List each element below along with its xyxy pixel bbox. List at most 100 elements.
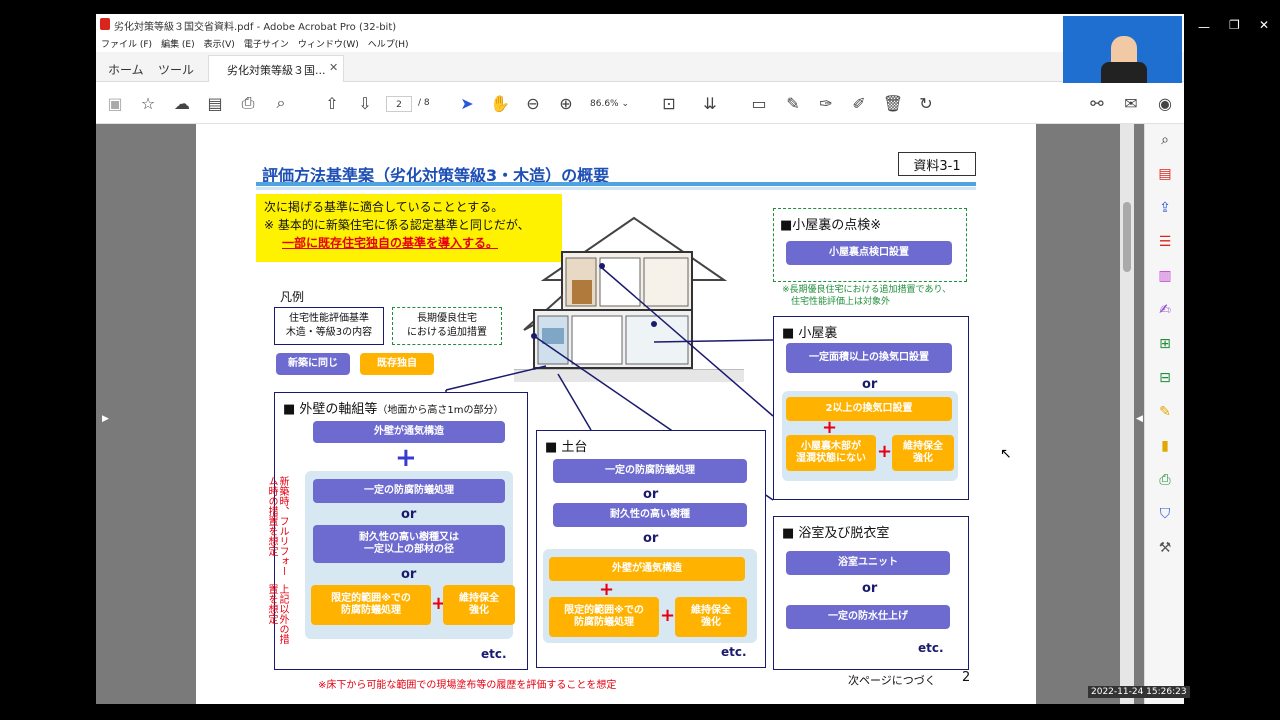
- fill-sign-icon[interactable]: ✍: [1155, 300, 1175, 320]
- save-icon[interactable]: ▣: [104, 92, 126, 114]
- menu-item[interactable]: ファイル (F): [101, 37, 152, 50]
- find-icon[interactable]: ⌕: [270, 92, 292, 114]
- minimize-icon[interactable]: —: [1198, 20, 1210, 34]
- organize-pages-icon[interactable]: ☰: [1155, 232, 1175, 252]
- scroll-mode-icon[interactable]: ⇊: [699, 92, 721, 114]
- wall-title: ■ 外壁の軸組等（地面から高さ1mの部分）: [283, 398, 504, 417]
- protect-shield-icon[interactable]: ⛉: [1155, 504, 1175, 524]
- email-icon[interactable]: ✉: [1120, 92, 1142, 114]
- comment-bubble-icon[interactable]: ▮: [1155, 436, 1175, 456]
- draw-icon[interactable]: ✑: [815, 92, 837, 114]
- upload-cloud-icon[interactable]: ☁: [171, 92, 193, 114]
- page-number: 2: [962, 670, 971, 685]
- rotate-icon[interactable]: ↻: [915, 92, 937, 114]
- chevron-down-icon: ⌄: [621, 99, 630, 109]
- edit-pdf-icon[interactable]: ▥: [1155, 266, 1175, 286]
- wall-option-durable-species: 耐久性の高い樹種又は 一定以上の部材の径: [313, 525, 505, 563]
- scrollbar-thumb[interactable]: [1123, 202, 1131, 272]
- webcam-overlay: [1063, 16, 1182, 83]
- wall-title-main: ■ 外壁の軸組等: [283, 402, 378, 417]
- attic-panel: ■ 小屋裏 一定面積以上の換気口設置 or 2以上の換気口設置 + 小屋裏木部が…: [773, 316, 969, 500]
- attic-check-title: ■小屋裏の点検※: [780, 218, 882, 233]
- prev-page-icon[interactable]: ⇧: [321, 92, 343, 114]
- plus-icon: +: [395, 443, 417, 473]
- next-page-note: 次ページにつづく: [848, 674, 936, 687]
- left-pane-toggle-icon[interactable]: ▶: [102, 414, 109, 424]
- share-file-icon[interactable]: ▤: [204, 92, 226, 114]
- wall-side-note-other: 上記以外の措置を想定: [266, 584, 288, 644]
- wall-panel: ■ 外壁の軸組等（地面から高さ1mの部分） 外壁が通気構造 + 一定の防腐防蟻処…: [274, 392, 528, 670]
- tab-document[interactable]: 劣化対策等級３国... ✕: [208, 55, 344, 82]
- wall-or-2: or: [401, 567, 417, 582]
- base-option-limited-treatment: 限定的範囲※での 防腐防蟻処理: [549, 597, 659, 637]
- combine-files-icon[interactable]: ⊞: [1155, 334, 1175, 354]
- menu-item[interactable]: ウィンドウ(W): [298, 37, 359, 50]
- next-page-icon[interactable]: ⇩: [354, 92, 376, 114]
- account-icon[interactable]: ◉: [1154, 92, 1176, 114]
- acrobat-window: 劣化対策等級３国交省資料.pdf - Adobe Acrobat Pro (32…: [96, 14, 1184, 704]
- wall-option-limited-treatment: 限定的範囲※での 防腐防蟻処理: [311, 585, 431, 625]
- attic-or: or: [862, 377, 878, 392]
- attic-option-two-vents: 2以上の換気口設置: [786, 397, 952, 421]
- stamp-icon[interactable]: ✐: [848, 92, 870, 114]
- zoom-select[interactable]: 86.6% ⌄: [590, 96, 640, 112]
- tab-document-label: 劣化対策等級３国...: [227, 64, 326, 77]
- document-area[interactable]: ▶ ◀ 評価方法基準案（劣化対策等級3・木造）の概要 資料3-1 次に掲げる基準…: [96, 124, 1144, 704]
- vertical-scrollbar[interactable]: [1120, 124, 1134, 704]
- wall-side-note-new: 新築時、フルリフォーム時の措置を想定: [266, 476, 288, 576]
- tab-home[interactable]: ホーム: [108, 61, 144, 78]
- base-option-treatment: 一定の防腐防蟻処理: [553, 459, 747, 483]
- mouse-cursor-icon: ↖: [1000, 446, 1012, 462]
- compress-icon[interactable]: ⊟: [1155, 368, 1175, 388]
- base-title: ■ 土台: [545, 440, 588, 455]
- bookmark-star-icon[interactable]: ☆: [137, 92, 159, 114]
- right-tools-panel: ⌕ ▤ ⇪ ☰ ▥ ✍ ⊞ ⊟ ✎ ▮ ⎙ ⛉ ⚒: [1144, 124, 1184, 704]
- hand-tool-icon[interactable]: ✋: [489, 92, 511, 114]
- footnote: ※床下から可能な範囲での現場塗布等の履歴を評価することを想定: [318, 680, 617, 691]
- highlight-pen-icon[interactable]: ✎: [782, 92, 804, 114]
- comment-icon[interactable]: ▭: [748, 92, 770, 114]
- export-pdf-icon[interactable]: ⇪: [1155, 198, 1175, 218]
- menu-item[interactable]: ヘルプ(H): [368, 37, 409, 50]
- attic-title: ■ 小屋裏: [782, 326, 838, 341]
- search-zoom-icon[interactable]: ⌕: [1155, 130, 1175, 150]
- base-option-durable-species: 耐久性の高い樹種: [553, 503, 747, 527]
- close-tab-icon[interactable]: ✕: [329, 61, 338, 74]
- window-title: 劣化対策等級３国交省資料.pdf - Adobe Acrobat Pro (32…: [114, 22, 397, 33]
- presenter-suit: [1101, 62, 1147, 83]
- menu-item[interactable]: 電子サイン: [244, 37, 289, 50]
- toolbar: ▣ ☆ ☁ ▤ ⎙ ⌕ ⇧ ⇩ 2 / 8 ➤ ✋ ⊖ ⊕ 86.6% ⌄ ⊡ …: [96, 82, 1184, 124]
- right-pane-toggle-icon[interactable]: ◀: [1136, 414, 1143, 424]
- base-or-2: or: [643, 531, 659, 546]
- menu-item[interactable]: 編集 (E): [161, 37, 195, 50]
- wall-option-maintenance: 維持保全 強化: [443, 585, 515, 625]
- attic-option-maintenance: 維持保全 強化: [892, 435, 954, 471]
- more-tools-icon[interactable]: ⚒: [1155, 538, 1175, 558]
- maximize-icon[interactable]: ❐: [1229, 18, 1240, 32]
- zoom-in-icon[interactable]: ⊕: [555, 92, 577, 114]
- tab-bar: ホーム ツール 劣化対策等級３国... ✕: [96, 52, 1184, 82]
- timestamp-overlay: 2022-11-24 15:26:23: [1088, 686, 1190, 698]
- attic-check-option: 小屋裏点検口設置: [786, 241, 952, 265]
- select-cursor-icon[interactable]: ➤: [456, 92, 478, 114]
- wall-title-sub: （地面から高さ1mの部分）: [377, 405, 504, 416]
- page-total: / 8: [418, 98, 430, 108]
- zoom-out-icon[interactable]: ⊖: [522, 92, 544, 114]
- base-or-1: or: [643, 487, 659, 502]
- wall-etc: etc.: [481, 647, 507, 661]
- page-number-input[interactable]: 2: [386, 96, 412, 112]
- bath-option-unit: 浴室ユニット: [786, 551, 950, 575]
- base-panel: ■ 土台 一定の防腐防蟻処理 or 耐久性の高い樹種 or 外壁が通気構造 + …: [536, 430, 766, 668]
- print-production-icon[interactable]: ⎙: [1155, 470, 1175, 490]
- wall-or-1: or: [401, 507, 417, 522]
- base-option-maintenance: 維持保全 強化: [675, 597, 747, 637]
- menu-item[interactable]: 表示(V): [204, 37, 235, 50]
- create-pdf-icon[interactable]: ▤: [1155, 164, 1175, 184]
- comment-pdf-icon[interactable]: ✎: [1155, 402, 1175, 422]
- page-display-icon[interactable]: ⊡: [658, 92, 680, 114]
- close-window-icon[interactable]: ✕: [1259, 18, 1269, 32]
- print-icon[interactable]: ⎙: [237, 92, 259, 114]
- delete-icon[interactable]: 🗑: [882, 92, 904, 114]
- tab-tools[interactable]: ツール: [158, 61, 194, 78]
- share-link-icon[interactable]: ⚯: [1086, 92, 1108, 114]
